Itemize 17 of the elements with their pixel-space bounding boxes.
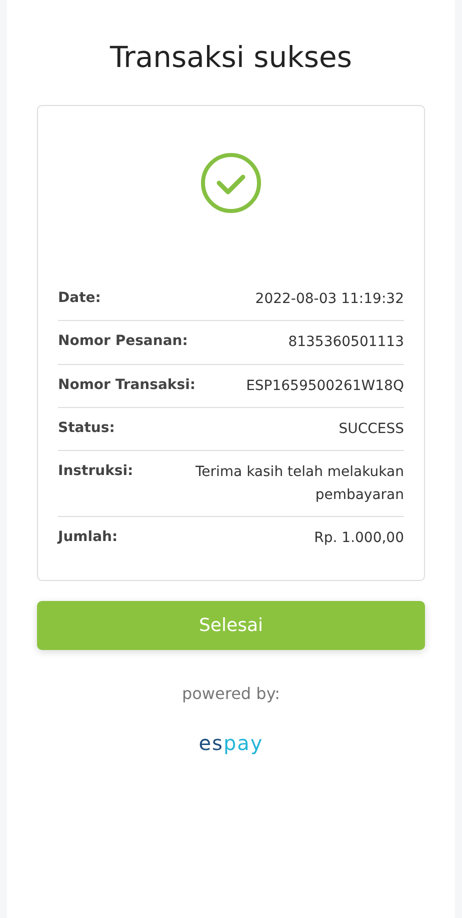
detail-label: Jumlah: — [58, 528, 118, 548]
detail-label: Nomor Transaksi: — [58, 376, 196, 395]
logo: espay — [198, 730, 264, 757]
detail-label: Nomor Pesanan: — [58, 332, 188, 352]
success-check-icon — [200, 152, 262, 214]
detail-label: Instruksi: — [58, 462, 134, 482]
finish-button[interactable]: Selesai — [37, 600, 425, 650]
detail-value: 2022-08-03 11:19:32 — [255, 290, 404, 309]
detail-value: Terima kasih telah melakukan pembayaran — [194, 463, 404, 505]
detail-label: Status: — [58, 418, 115, 438]
page-title: Transaksi sukses — [108, 40, 353, 75]
detail-value: 8135360501113 — [288, 333, 404, 352]
detail-value: SUCCESS — [338, 420, 404, 439]
detail-label: Date: — [58, 288, 101, 308]
detail-value: ESP1659500261W18Q — [246, 376, 404, 396]
detail-value: Rp. 1.000,00 — [314, 529, 404, 548]
powered-by-label: powered by: — [180, 682, 282, 705]
